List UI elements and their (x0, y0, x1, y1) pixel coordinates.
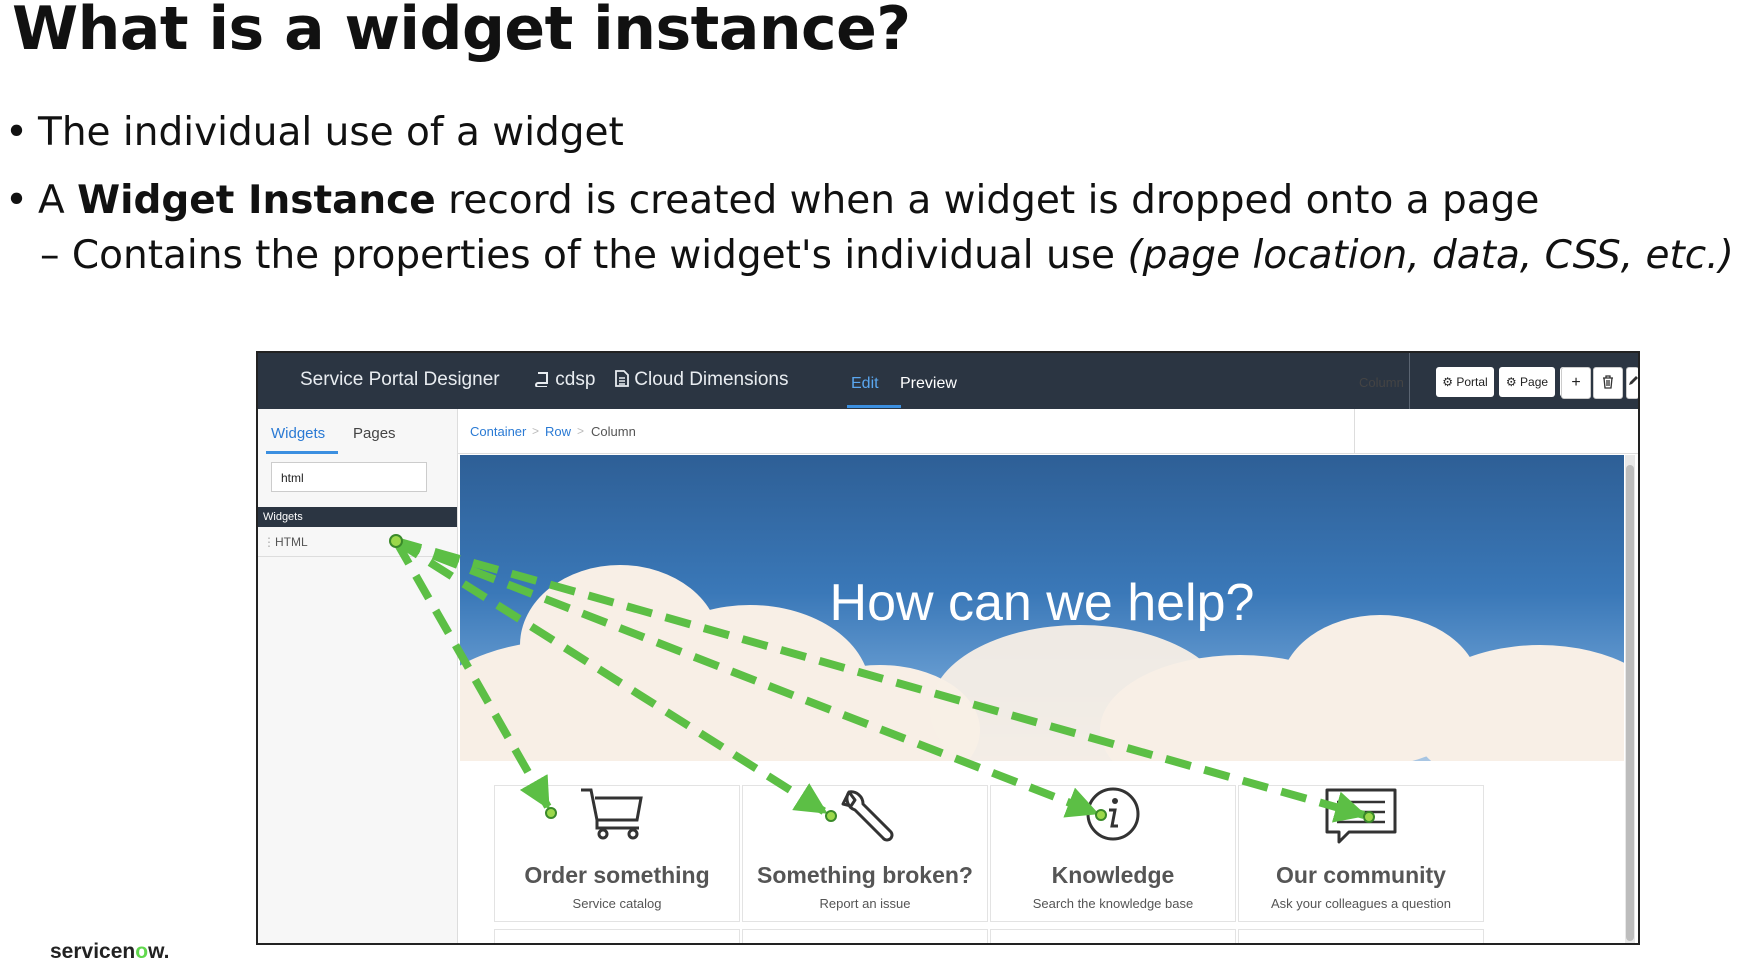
servicenow-logo: servicenow. (50, 940, 169, 964)
card-title: Knowledge (1051, 862, 1175, 888)
document-icon (615, 370, 629, 387)
sidebar-tab-indicator (266, 451, 338, 454)
designer-screenshot: Service Portal Designer cdsp Cloud Dimen… (256, 351, 1640, 945)
designer-title: Service Portal Designer (300, 369, 500, 390)
breadcrumb-container[interactable]: Container (470, 424, 526, 439)
pencil-icon (1629, 376, 1638, 385)
card-description: Search the knowledge base (1032, 896, 1194, 911)
portal-settings-button[interactable]: ⚙ Portal (1436, 367, 1494, 397)
sub-bullet-text: – Contains the properties of the widget'… (40, 233, 1128, 278)
logo-text-pre: servicen (50, 940, 136, 963)
portal-link[interactable]: cdsp (534, 369, 595, 391)
hero-heading: How can we help? (829, 574, 1255, 632)
bullet-text: The individual use of a widget (38, 110, 624, 155)
next-row-cell (990, 929, 1236, 943)
widget-item-label: HTML (275, 535, 308, 549)
page-button-label: Page (1520, 375, 1549, 389)
next-row-cell (742, 929, 988, 943)
chat-icon (1325, 788, 1397, 844)
designer-topbar: Service Portal Designer cdsp Cloud Dimen… (258, 353, 1638, 409)
column-panel-divider (1354, 409, 1355, 453)
widget-sidebar: Widgets Pages html Widgets ⋮ HTML (258, 409, 458, 943)
card-order-something[interactable]: Order something Service catalog (494, 785, 740, 922)
page-name: Cloud Dimensions (634, 369, 789, 390)
page-link[interactable]: Cloud Dimensions (615, 369, 788, 391)
hero-banner: How can we help? (460, 455, 1624, 761)
portal-name: cdsp (555, 369, 596, 390)
breadcrumb-separator: > (532, 424, 540, 438)
book-icon (535, 372, 548, 388)
card-title: Something broken? (757, 862, 973, 888)
bullet-dot: • (5, 178, 29, 223)
bullet-rest: record is created when a widget is dropp… (435, 178, 1540, 223)
card-title: Our community (1276, 862, 1446, 888)
next-row-cell (1238, 929, 1484, 943)
logo-text-post: w. (148, 940, 170, 963)
breadcrumb-column: Column (591, 424, 636, 439)
bullet-dot: • (5, 110, 29, 155)
topbar-divider (1409, 353, 1410, 409)
breadcrumb: Container > Row > Column (458, 409, 1638, 454)
logo-text-o: o (135, 940, 149, 963)
drag-handle-icon[interactable]: ⋮ (263, 527, 275, 557)
tab-edit[interactable]: Edit (851, 375, 879, 393)
delete-button[interactable] (1593, 367, 1623, 399)
gear-icon: ⚙ (1505, 375, 1517, 389)
add-button[interactable]: + (1561, 367, 1591, 399)
next-row-cell (494, 929, 740, 943)
column-panel-label: Column (1359, 375, 1404, 390)
cart-icon (581, 788, 643, 840)
info-icon (1086, 787, 1140, 841)
page-settings-button[interactable]: ⚙ Page (1499, 367, 1555, 397)
sub-bullet-italic: (page location, data, CSS, etc.) (1127, 233, 1734, 278)
breadcrumb-row[interactable]: Row (545, 424, 571, 439)
bullet-widget-instance: • A Widget Instance record is created wh… (5, 178, 1540, 223)
bullet-prefix: A (38, 178, 78, 223)
gear-icon: ⚙ (1442, 375, 1454, 389)
card-knowledge[interactable]: Knowledge Search the knowledge base (990, 785, 1236, 922)
tab-widgets[interactable]: Widgets (271, 425, 325, 442)
tab-preview[interactable]: Preview (900, 375, 957, 393)
card-title: Order something (524, 862, 710, 888)
portal-button-label: Portal (1456, 375, 1488, 389)
page-canvas: How can we help? Order something Service… (460, 455, 1624, 943)
card-our-community[interactable]: Our community Ask your colleagues a ques… (1238, 785, 1484, 922)
breadcrumb-separator: > (577, 424, 585, 438)
plus-icon: + (1571, 374, 1581, 391)
canvas-scroll-thumb[interactable] (1626, 465, 1634, 941)
widget-item-html[interactable]: ⋮ HTML (258, 527, 457, 557)
card-something-broken[interactable]: Something broken? Report an issue (742, 785, 988, 922)
bullet-bold-term: Widget Instance (77, 178, 436, 223)
bullet-individual-use: • The individual use of a widget (5, 110, 624, 155)
card-description: Service catalog (572, 896, 662, 911)
trash-icon (1603, 375, 1613, 389)
edit-button[interactable] (1626, 367, 1638, 399)
sub-bullet-properties: – Contains the properties of the widget'… (40, 233, 1734, 278)
card-description: Ask your colleagues a question (1271, 896, 1451, 911)
tab-pages[interactable]: Pages (353, 425, 396, 442)
active-tab-indicator (847, 405, 901, 408)
card-description: Report an issue (819, 896, 911, 911)
widget-search-input[interactable]: html (271, 462, 427, 492)
wrench-icon (841, 790, 894, 842)
widgets-section-header: Widgets (258, 507, 457, 527)
slide-title: What is a widget instance? (12, 0, 911, 64)
